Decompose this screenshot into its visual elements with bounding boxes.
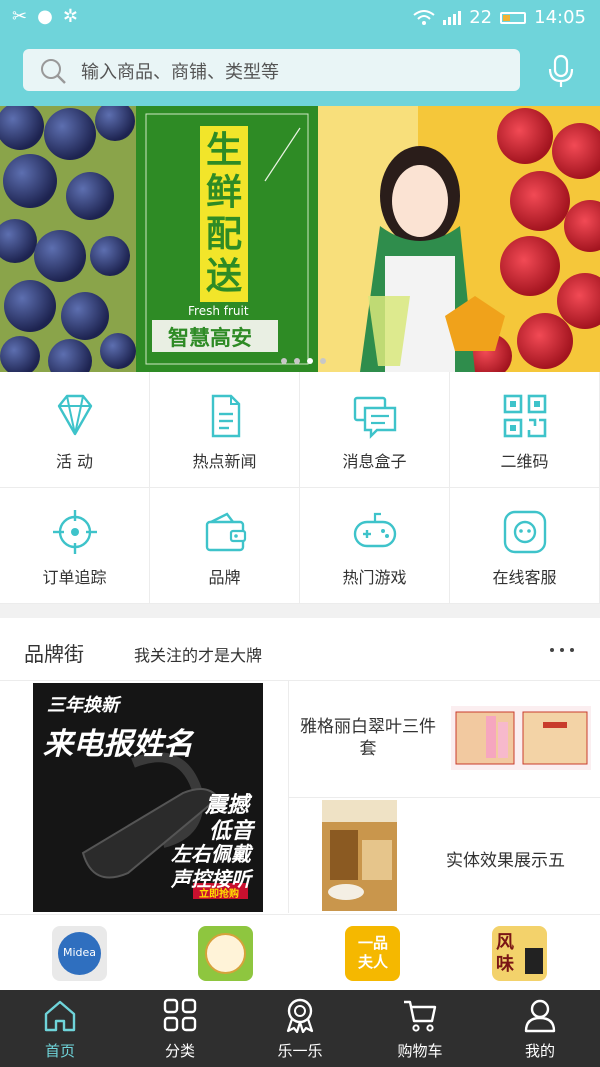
message-box-icon xyxy=(353,396,397,439)
crosshair-icon xyxy=(53,510,97,554)
category-icon xyxy=(163,998,197,1032)
banner-vertical-text-4: 送 xyxy=(205,256,242,297)
grid-item-label: 品牌 xyxy=(208,568,241,587)
wifi-icon xyxy=(413,9,435,25)
grid-item-message-box[interactable]: 消息盒子 xyxy=(300,372,450,488)
tab-label: 我的 xyxy=(524,1042,555,1060)
food-logo[interactable] xyxy=(198,926,253,981)
brand-logos: Midea 一品夫人 风味 xyxy=(0,914,600,991)
grid-item-label: 订单追踪 xyxy=(42,568,107,587)
news-icon xyxy=(211,394,241,438)
yipin-logo-text: 一品夫人 xyxy=(357,934,388,971)
banner-en-text: Fresh fruit xyxy=(188,304,249,318)
support-icon xyxy=(503,510,547,554)
signal-count: 22 xyxy=(469,7,493,28)
grid-item-diamond[interactable]: 活 动 xyxy=(0,372,150,488)
banner-vertical-text-2: 鲜 xyxy=(205,172,242,213)
grid-item-label: 消息盒子 xyxy=(342,452,407,471)
user-icon xyxy=(524,999,556,1033)
clock: 14:05 xyxy=(534,7,586,28)
search-input[interactable]: 输入商品、商铺、类型等 xyxy=(23,49,520,91)
bottom-tab-bar: 首页 分类 乐一乐 购物车 我的 xyxy=(0,990,600,1067)
gamepad-icon xyxy=(353,512,397,548)
search-icon xyxy=(41,59,66,84)
brand-street-header: 品牌街 我关注的才是大牌 xyxy=(0,618,600,681)
earphone-ad[interactable]: 三年换新 来电报姓名 震撼 低音 左右佩戴 声控接听 立即抢购 xyxy=(33,683,263,912)
banner-dot[interactable] xyxy=(294,358,300,364)
status-bar: ✂ ● ✲ 22 14:05 xyxy=(0,0,600,36)
battery-icon xyxy=(500,11,527,24)
tab-category[interactable]: 分类 xyxy=(120,990,240,1067)
ad-line-1: 三年换新 xyxy=(47,695,119,716)
grid-item-wallet[interactable]: 品牌 xyxy=(150,488,300,604)
home-icon xyxy=(44,1000,76,1032)
section-spacer xyxy=(0,604,600,618)
missed-call-icon: ✂ xyxy=(12,6,28,27)
banner-dot[interactable] xyxy=(307,358,313,364)
tab-label: 购物车 xyxy=(397,1042,443,1060)
banner-pagination[interactable] xyxy=(281,358,326,364)
tab-label: 分类 xyxy=(164,1042,195,1060)
ad-line-2: 来电报姓名 xyxy=(43,727,193,762)
product-name-2[interactable]: 实体效果展示五 xyxy=(446,846,565,871)
product-name-1[interactable]: 雅格丽白翠叶三件套 xyxy=(300,716,436,760)
microphone-icon[interactable] xyxy=(545,54,577,88)
grid-item-label: 活 动 xyxy=(55,452,94,471)
divider xyxy=(289,797,600,798)
grid-item-gamepad[interactable]: 热门游戏 xyxy=(300,488,450,604)
grid-item-label: 二维码 xyxy=(500,452,549,471)
fengwei-logo-text: 风味 xyxy=(496,932,514,975)
tab-label: 首页 xyxy=(44,1042,75,1060)
grid-item-qrcode[interactable]: 二维码 xyxy=(450,372,600,488)
fengwei-logo[interactable]: 风味 xyxy=(492,926,547,981)
banner-vertical-text-1: 生 xyxy=(205,130,242,171)
grid-item-label: 在线客服 xyxy=(492,568,557,587)
cart-icon xyxy=(404,1000,437,1032)
sync-icon: ✲ xyxy=(62,6,78,27)
brand-street-subtitle: 我关注的才是大牌 xyxy=(134,646,263,665)
award-icon xyxy=(286,998,314,1033)
midea-logo-text: Midea xyxy=(62,946,97,959)
promo-banner[interactable]: 生 鲜 配 送 Fresh fruit 智慧高安 xyxy=(0,106,600,372)
grid-item-crosshair[interactable]: 订单追踪 xyxy=(0,488,150,604)
tab-award[interactable]: 乐一乐 xyxy=(240,990,360,1067)
tab-label: 乐一乐 xyxy=(277,1042,323,1060)
grid-item-support[interactable]: 在线客服 xyxy=(450,488,600,604)
ad-buy-tag: 立即抢购 xyxy=(199,889,239,900)
qq-icon: ● xyxy=(37,6,53,27)
tab-cart[interactable]: 购物车 xyxy=(360,990,480,1067)
diamond-icon xyxy=(57,394,93,436)
banner-vertical-text-3: 配 xyxy=(205,214,242,255)
signal-icon xyxy=(443,10,462,25)
more-icon[interactable] xyxy=(550,648,574,652)
midea-logo[interactable]: Midea xyxy=(52,926,107,981)
tab-home[interactable]: 首页 xyxy=(0,990,120,1067)
banner-brand-text: 智慧高安 xyxy=(168,326,252,350)
qrcode-icon xyxy=(503,394,547,438)
search-placeholder: 输入商品、商铺、类型等 xyxy=(81,62,279,83)
yipin-furen-logo[interactable]: 一品夫人 xyxy=(345,926,400,981)
banner-dot[interactable] xyxy=(281,358,287,364)
banner-dot[interactable] xyxy=(320,358,326,364)
product-image-2[interactable] xyxy=(322,800,397,911)
grid-item-label: 热点新闻 xyxy=(192,452,257,471)
brand-street-title: 品牌街 xyxy=(24,642,84,666)
grid-item-news[interactable]: 热点新闻 xyxy=(150,372,300,488)
banner-image xyxy=(0,106,600,372)
product-image-1[interactable] xyxy=(451,706,591,770)
tab-user[interactable]: 我的 xyxy=(480,990,600,1067)
wallet-icon xyxy=(205,512,247,552)
grid-item-label: 热门游戏 xyxy=(342,568,407,587)
